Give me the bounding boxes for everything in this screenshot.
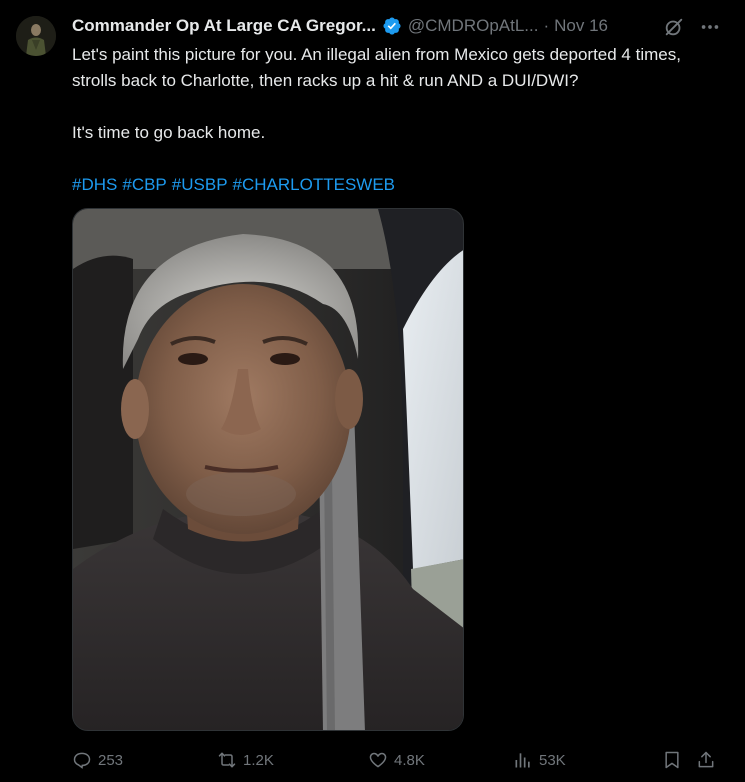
action-bar: 253 1.2K 4.8K 53K (72, 746, 720, 774)
more-icon[interactable] (699, 16, 721, 38)
reply-count: 253 (98, 751, 124, 769)
grok-icon[interactable] (663, 16, 685, 38)
hashtag-link[interactable]: #CBP (122, 175, 166, 194)
like-count: 4.8K (394, 751, 425, 769)
avatar[interactable] (16, 16, 56, 56)
share-icon (698, 751, 714, 768)
views-button[interactable]: 53K (513, 746, 566, 774)
handle[interactable]: @CMDROpAtL... (408, 16, 539, 36)
repost-button[interactable]: 1.2K (217, 746, 274, 774)
reply-icon (73, 752, 91, 769)
tweet-text-paragraph-2: It's time to go back home. (72, 123, 266, 142)
view-count: 53K (539, 751, 566, 769)
repost-icon (218, 752, 236, 768)
display-name[interactable]: Commander Op At Large CA Gregor... (72, 16, 376, 36)
hashtag-link[interactable]: #USBP (172, 175, 228, 194)
verified-badge-icon[interactable] (382, 16, 402, 36)
like-button[interactable]: 4.8K (368, 746, 425, 774)
bookmark-icon (665, 751, 679, 769)
share-button[interactable] (696, 746, 722, 774)
tweet-header: Commander Op At Large CA Gregor... @CMDR… (72, 14, 608, 38)
views-icon (515, 753, 530, 768)
hashtag-list: #DHS #CBP #USBP #CHARLOTTESWEB (72, 172, 722, 198)
reply-button[interactable]: 253 (72, 746, 123, 774)
tweet-photo[interactable] (72, 208, 464, 731)
hashtag-link[interactable]: #DHS (72, 175, 117, 194)
repost-count: 1.2K (243, 751, 274, 769)
tweet-text-paragraph-1: Let's paint this picture for you. An ill… (72, 45, 681, 90)
separator-dot: · (543, 16, 550, 35)
tweet-text: Let's paint this picture for you. An ill… (72, 42, 722, 198)
post-date[interactable]: Nov 16 (554, 16, 608, 36)
bookmark-button[interactable] (662, 746, 688, 774)
tweet[interactable]: Commander Op At Large CA Gregor... @CMDR… (0, 0, 745, 782)
like-icon (369, 752, 387, 768)
hashtag-link[interactable]: #CHARLOTTESWEB (233, 175, 395, 194)
